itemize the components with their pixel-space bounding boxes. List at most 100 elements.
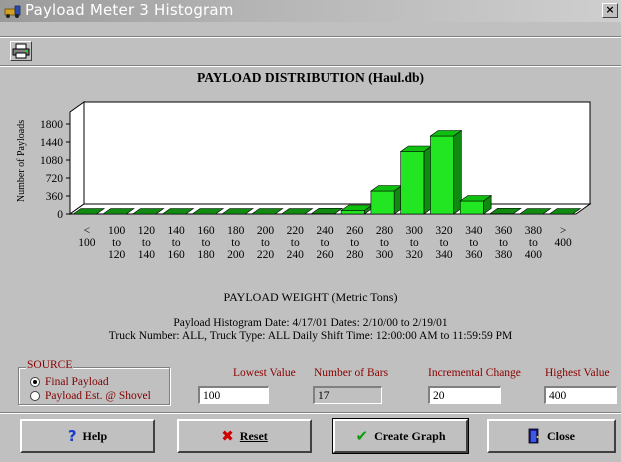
x-axis-label: PAYLOAD WEIGHT (Metric Tons) (223, 290, 398, 304)
radio-final-payload[interactable]: Final Payload (30, 376, 109, 388)
x-tick-label: 120 (138, 225, 156, 237)
close-button[interactable]: Close (487, 419, 616, 453)
y-tick-label: 0 (57, 209, 63, 221)
x-tick-label: to (380, 237, 389, 249)
radio-button-selected[interactable] (30, 377, 40, 387)
x-tick-label: 380 (525, 225, 543, 237)
radio-label: Final Payload (45, 376, 109, 388)
x-tick-label: to (291, 237, 300, 249)
x-tick-label: 220 (287, 225, 305, 237)
x-tick-label: 320 (406, 249, 424, 261)
x-tick-label: > (560, 225, 567, 237)
highest-value-field[interactable]: 400 (544, 386, 617, 404)
lowest-value-label: Lowest Value (233, 367, 296, 379)
close-window-button[interactable]: × (602, 3, 618, 18)
x-tick-label: to (469, 237, 478, 249)
divider (0, 65, 621, 67)
x-tick-label: 200 (227, 249, 245, 261)
x-tick-label: to (142, 237, 151, 249)
highest-value-label: Highest Value (545, 367, 610, 379)
histogram-bar (429, 129, 463, 215)
x-tick-label: to (350, 237, 359, 249)
x-tick-label: 160 (168, 249, 186, 261)
x-tick-label: 220 (257, 249, 275, 261)
y-tick-label: 720 (46, 173, 64, 185)
x-tick-label: 360 (495, 225, 513, 237)
histogram-info-line1: Payload Histogram Date: 4/17/01 Dates: 2… (173, 317, 448, 329)
divider (0, 36, 621, 38)
truck-icon (4, 5, 21, 18)
x-tick-label: to (112, 237, 121, 249)
window-title: Payload Meter 3 Histogram (25, 1, 234, 19)
histogram-info-line2: Truck Number: ALL, Truck Type: ALL Daily… (108, 330, 513, 342)
x-tick-label: to (410, 237, 419, 249)
x-tick-label: 100 (78, 237, 96, 249)
divider (0, 412, 621, 414)
x-tick-label: 240 (316, 225, 334, 237)
print-button[interactable] (10, 41, 32, 61)
x-tick-label: 340 (465, 225, 483, 237)
x-tick-label: < (84, 225, 91, 237)
help-button-label: Help (82, 428, 108, 443)
x-tick-label: to (321, 237, 330, 249)
close-button-label: Close (547, 428, 575, 443)
x-tick-label: 180 (227, 225, 245, 237)
x-tick-label: to (440, 237, 449, 249)
y-tick-label: 1800 (40, 119, 63, 131)
incremental-change-label: Incremental Change (428, 367, 521, 379)
number-of-bars-label: Number of Bars (314, 367, 389, 379)
checkmark-icon: ✔ (355, 427, 369, 445)
x-tick-label: 260 (316, 249, 334, 261)
histogram-chart: 1800 1440 1080 720 360 0 Number of Payloads <10… (16, 101, 592, 261)
x-tick-label: 120 (108, 249, 126, 261)
x-tick-label: to (172, 237, 181, 249)
y-tick-label: 1440 (40, 137, 63, 149)
x-tick-label: 140 (138, 249, 156, 261)
x-tick-label: 400 (554, 237, 572, 249)
histogram-bar (459, 194, 493, 215)
radio-label: Payload Est. @ Shovel (45, 390, 151, 402)
x-tick-label: 180 (197, 249, 215, 261)
reset-button[interactable]: ✖ Reset (177, 419, 312, 453)
x-tick-label: 380 (495, 249, 513, 261)
y-tick-label: 1080 (40, 155, 63, 167)
y-axis-label: Number of Payloads (16, 120, 27, 202)
create-graph-button-label: Create Graph (374, 428, 446, 443)
incremental-change-field[interactable]: 20 (428, 386, 501, 404)
x-tick-label: to (231, 237, 240, 249)
x-tick-label: 200 (257, 225, 275, 237)
x-tick-label: 340 (435, 249, 453, 261)
histogram-bar (369, 184, 403, 215)
x-tick-label: 280 (376, 225, 394, 237)
x-icon: ✖ (221, 427, 234, 445)
radio-payload-est-shovel[interactable]: Payload Est. @ Shovel (30, 390, 151, 402)
x-tick-label: 400 (525, 249, 543, 261)
radio-button[interactable] (30, 391, 40, 401)
lowest-value-field[interactable]: 100 (198, 386, 269, 404)
create-graph-button[interactable]: ✔ Create Graph (332, 418, 469, 454)
x-tick-label: 300 (376, 249, 394, 261)
y-tick-label: 360 (46, 191, 64, 203)
help-button[interactable]: ? Help (20, 419, 155, 453)
x-tick-label: 260 (346, 225, 364, 237)
title-bar: Payload Meter 3 Histogram × (0, 0, 621, 22)
number-of-bars-field: 17 (313, 386, 382, 404)
x-tick-label: 140 (168, 225, 186, 237)
x-tick-label: to (529, 237, 538, 249)
x-tick-label: to (499, 237, 508, 249)
question-icon: ? (67, 427, 77, 445)
chart-side-wall (69, 101, 85, 215)
x-tick-label: 240 (287, 249, 305, 261)
chart-back-wall (83, 101, 591, 205)
x-tick-label: to (201, 237, 210, 249)
door-icon (528, 428, 539, 444)
printer-icon (12, 43, 30, 59)
source-legend: SOURCE (26, 359, 74, 371)
x-tick-label: 100 (108, 225, 126, 237)
histogram-bar (399, 145, 433, 215)
x-tick-label: 300 (406, 225, 424, 237)
chart-title: PAYLOAD DISTRIBUTION (Haul.db) (197, 70, 424, 85)
x-tick-label: 360 (465, 249, 483, 261)
x-tick-label: to (261, 237, 270, 249)
x-tick-label: 320 (435, 225, 453, 237)
